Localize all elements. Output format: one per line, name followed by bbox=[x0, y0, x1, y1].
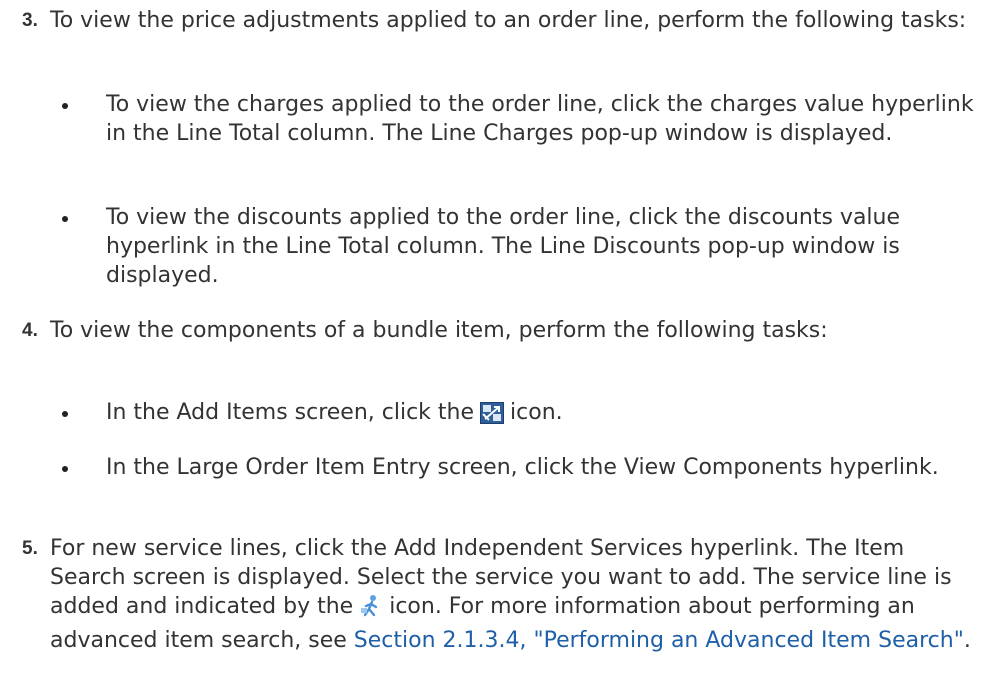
step-text: For new service lines, click the Add Ind… bbox=[50, 534, 982, 655]
step-text-end: . bbox=[963, 628, 971, 653]
list-item: To view the discounts applied to the ord… bbox=[62, 203, 982, 290]
bullet-text: In the Large Order Item Entry screen, cl… bbox=[106, 455, 939, 480]
bullet-text-after: icon. bbox=[510, 400, 563, 425]
list-item: In the Large Order Item Entry screen, cl… bbox=[62, 453, 982, 482]
step-number: 5. bbox=[22, 538, 38, 559]
step-number: 3. bbox=[22, 10, 38, 31]
step-text: To view the components of a bundle item,… bbox=[50, 318, 828, 343]
bullet-text: To view the discounts applied to the ord… bbox=[106, 205, 901, 288]
bullet-dot bbox=[62, 466, 68, 472]
list-item: In the Add Items screen, click the icon. bbox=[62, 398, 982, 432]
step-3: 3. To view the price adjustments applied… bbox=[22, 6, 982, 35]
section-link[interactable]: Section 2.1.3.4, "Performing an Advanced… bbox=[354, 628, 964, 653]
bundle-components-icon[interactable] bbox=[480, 402, 505, 432]
bullet-text-before: In the Add Items screen, click the bbox=[106, 400, 475, 425]
bullet-dot bbox=[62, 103, 68, 109]
bullet-dot bbox=[62, 411, 68, 417]
bullet-dot bbox=[62, 216, 68, 222]
step-5: 5. For new service lines, click the Add … bbox=[22, 534, 982, 655]
service-line-icon bbox=[359, 594, 383, 626]
list-item: To view the charges applied to the order… bbox=[62, 90, 982, 148]
step-4: 4. To view the components of a bundle it… bbox=[22, 316, 982, 345]
bullet-text: In the Add Items screen, click the icon. bbox=[106, 398, 982, 432]
step-number: 4. bbox=[22, 320, 38, 341]
bullet-text: To view the charges applied to the order… bbox=[106, 92, 974, 146]
step-text: To view the price adjustments applied to… bbox=[50, 8, 967, 33]
